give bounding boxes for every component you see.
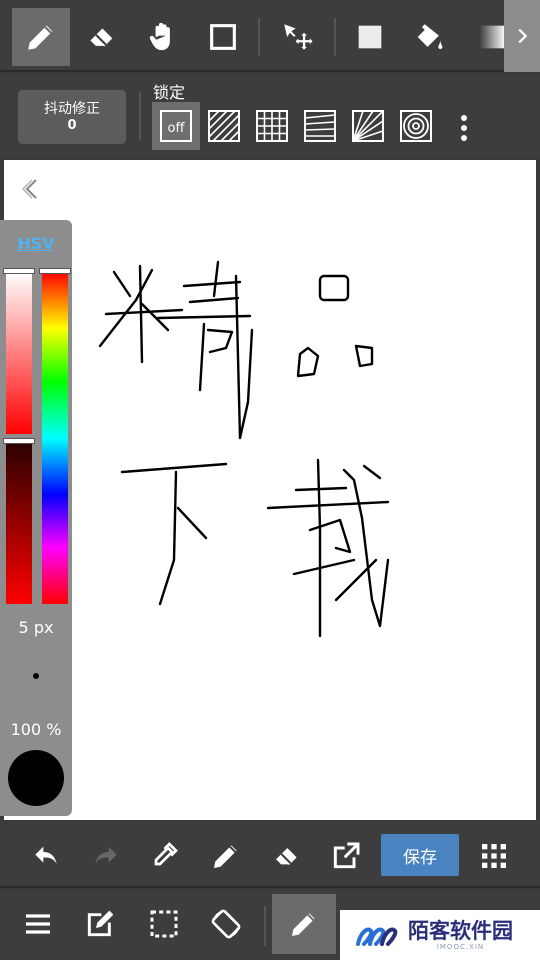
watermark-subtitle: IMOOC.XIN [436,943,485,951]
eraser-tool-button[interactable] [72,8,130,66]
concentric-circles-icon [400,110,432,142]
opacity-label[interactable]: 100 % [0,720,72,739]
edit-square-icon [87,910,114,937]
radial-lines-icon [352,110,384,142]
handwritten-strokes [98,260,390,638]
redo-button[interactable] [86,836,126,876]
watermark: 陌客软件园 IMOOC.XIN [340,910,540,960]
sub-toolbar-divider [139,92,141,140]
undo-button[interactable] [26,836,66,876]
perspective-icon [304,110,336,142]
bucket-tool-button[interactable] [400,8,458,66]
svg-text:off: off [168,121,186,136]
hsv-mode-link[interactable]: HSV [0,234,72,253]
value-handle[interactable] [3,438,35,444]
toolbar-more-button[interactable] [504,0,540,72]
app: 抖动修正 0 锁定 off HSV 5 px 100 % 保存 陌客软件园 IM… [0,0,540,960]
ruler-radial-button[interactable] [348,106,388,146]
pen-icon [28,25,53,50]
stabilizer-label: 抖动修正 [44,101,100,117]
pen-button[interactable] [206,836,246,876]
ruler-perspective-button[interactable] [300,106,340,146]
chevron-right-icon [518,28,528,44]
nav-divider [264,906,266,946]
undo-icon [35,846,57,864]
hamburger-menu-icon [26,914,50,934]
watermark-text: 陌客软件园 IMOOC.XIN [408,918,513,952]
eyedropper-button[interactable] [144,836,184,876]
collapse-panel-button[interactable] [18,174,44,204]
pen-icon [214,845,237,868]
watermark-logo-icon [356,927,398,946]
ruler-off-icon: off [160,110,192,142]
brush-size-label[interactable]: 5 px [0,618,72,637]
menu-button[interactable] [18,904,58,944]
color-panel: HSV 5 px 100 % [0,220,72,816]
more-options-button[interactable] [452,112,476,144]
ruler-parallel-button[interactable] [204,106,244,146]
pen-tool-button[interactable] [12,8,70,66]
gradient-icon [479,25,506,49]
dashed-selection-icon [150,910,178,938]
stabilizer-button[interactable]: 抖动修正 0 [18,90,126,144]
eraser-icon [88,28,113,48]
value-slider[interactable] [6,442,32,604]
parallel-lines-icon [208,110,240,142]
grid-dots-icon [482,844,506,868]
drawing-canvas[interactable] [4,160,536,820]
save-button[interactable]: 保存 [381,834,459,876]
rotate-screen-button[interactable] [206,904,246,944]
move-arrow-icon [284,24,313,50]
saturation-handle[interactable] [3,268,35,274]
selection-button[interactable] [144,904,184,944]
saturation-slider[interactable] [6,272,32,434]
redo-icon [95,846,117,864]
sub-toolbar: 抖动修正 0 锁定 off [0,74,540,158]
toolbar-divider [334,18,336,56]
action-bar: 保存 [0,822,540,888]
lock-label: 锁定 [153,83,186,102]
pen-icon [292,913,315,936]
hue-handle[interactable] [39,268,71,274]
vertical-dots-icon [461,115,467,141]
current-color-swatch[interactable] [8,750,64,806]
fill-color-tool-button[interactable] [341,8,399,66]
select-rect-tool-button[interactable] [194,8,252,66]
edit-button[interactable] [80,904,120,944]
brush-size-preview [33,673,39,679]
move-tool-button[interactable] [268,8,326,66]
rectangle-icon [210,24,236,50]
paint-bucket-icon [417,24,443,50]
ruler-concentric-button[interactable] [396,106,436,146]
hand-tool-button[interactable] [134,8,192,66]
eyedropper-icon [154,842,178,866]
fill-square-icon [358,25,382,49]
hand-icon [149,22,170,51]
apps-grid-button[interactable] [474,836,514,876]
watermark-title: 陌客软件园 [408,918,513,943]
brush-mode-button[interactable] [272,894,336,954]
chevron-left-icon [21,179,37,199]
hue-slider[interactable] [42,272,68,604]
eraser-button[interactable] [266,836,306,876]
ruler-grid-button[interactable] [252,106,292,146]
stabilizer-value: 0 [67,118,77,133]
top-toolbar [0,0,540,72]
ruler-off-button[interactable]: off [152,102,200,150]
export-button[interactable] [326,836,366,876]
grid-icon [256,110,288,142]
eraser-icon [274,848,297,867]
rotate-screen-icon [211,909,241,939]
toolbar-divider [258,18,260,56]
open-external-icon [333,842,360,869]
